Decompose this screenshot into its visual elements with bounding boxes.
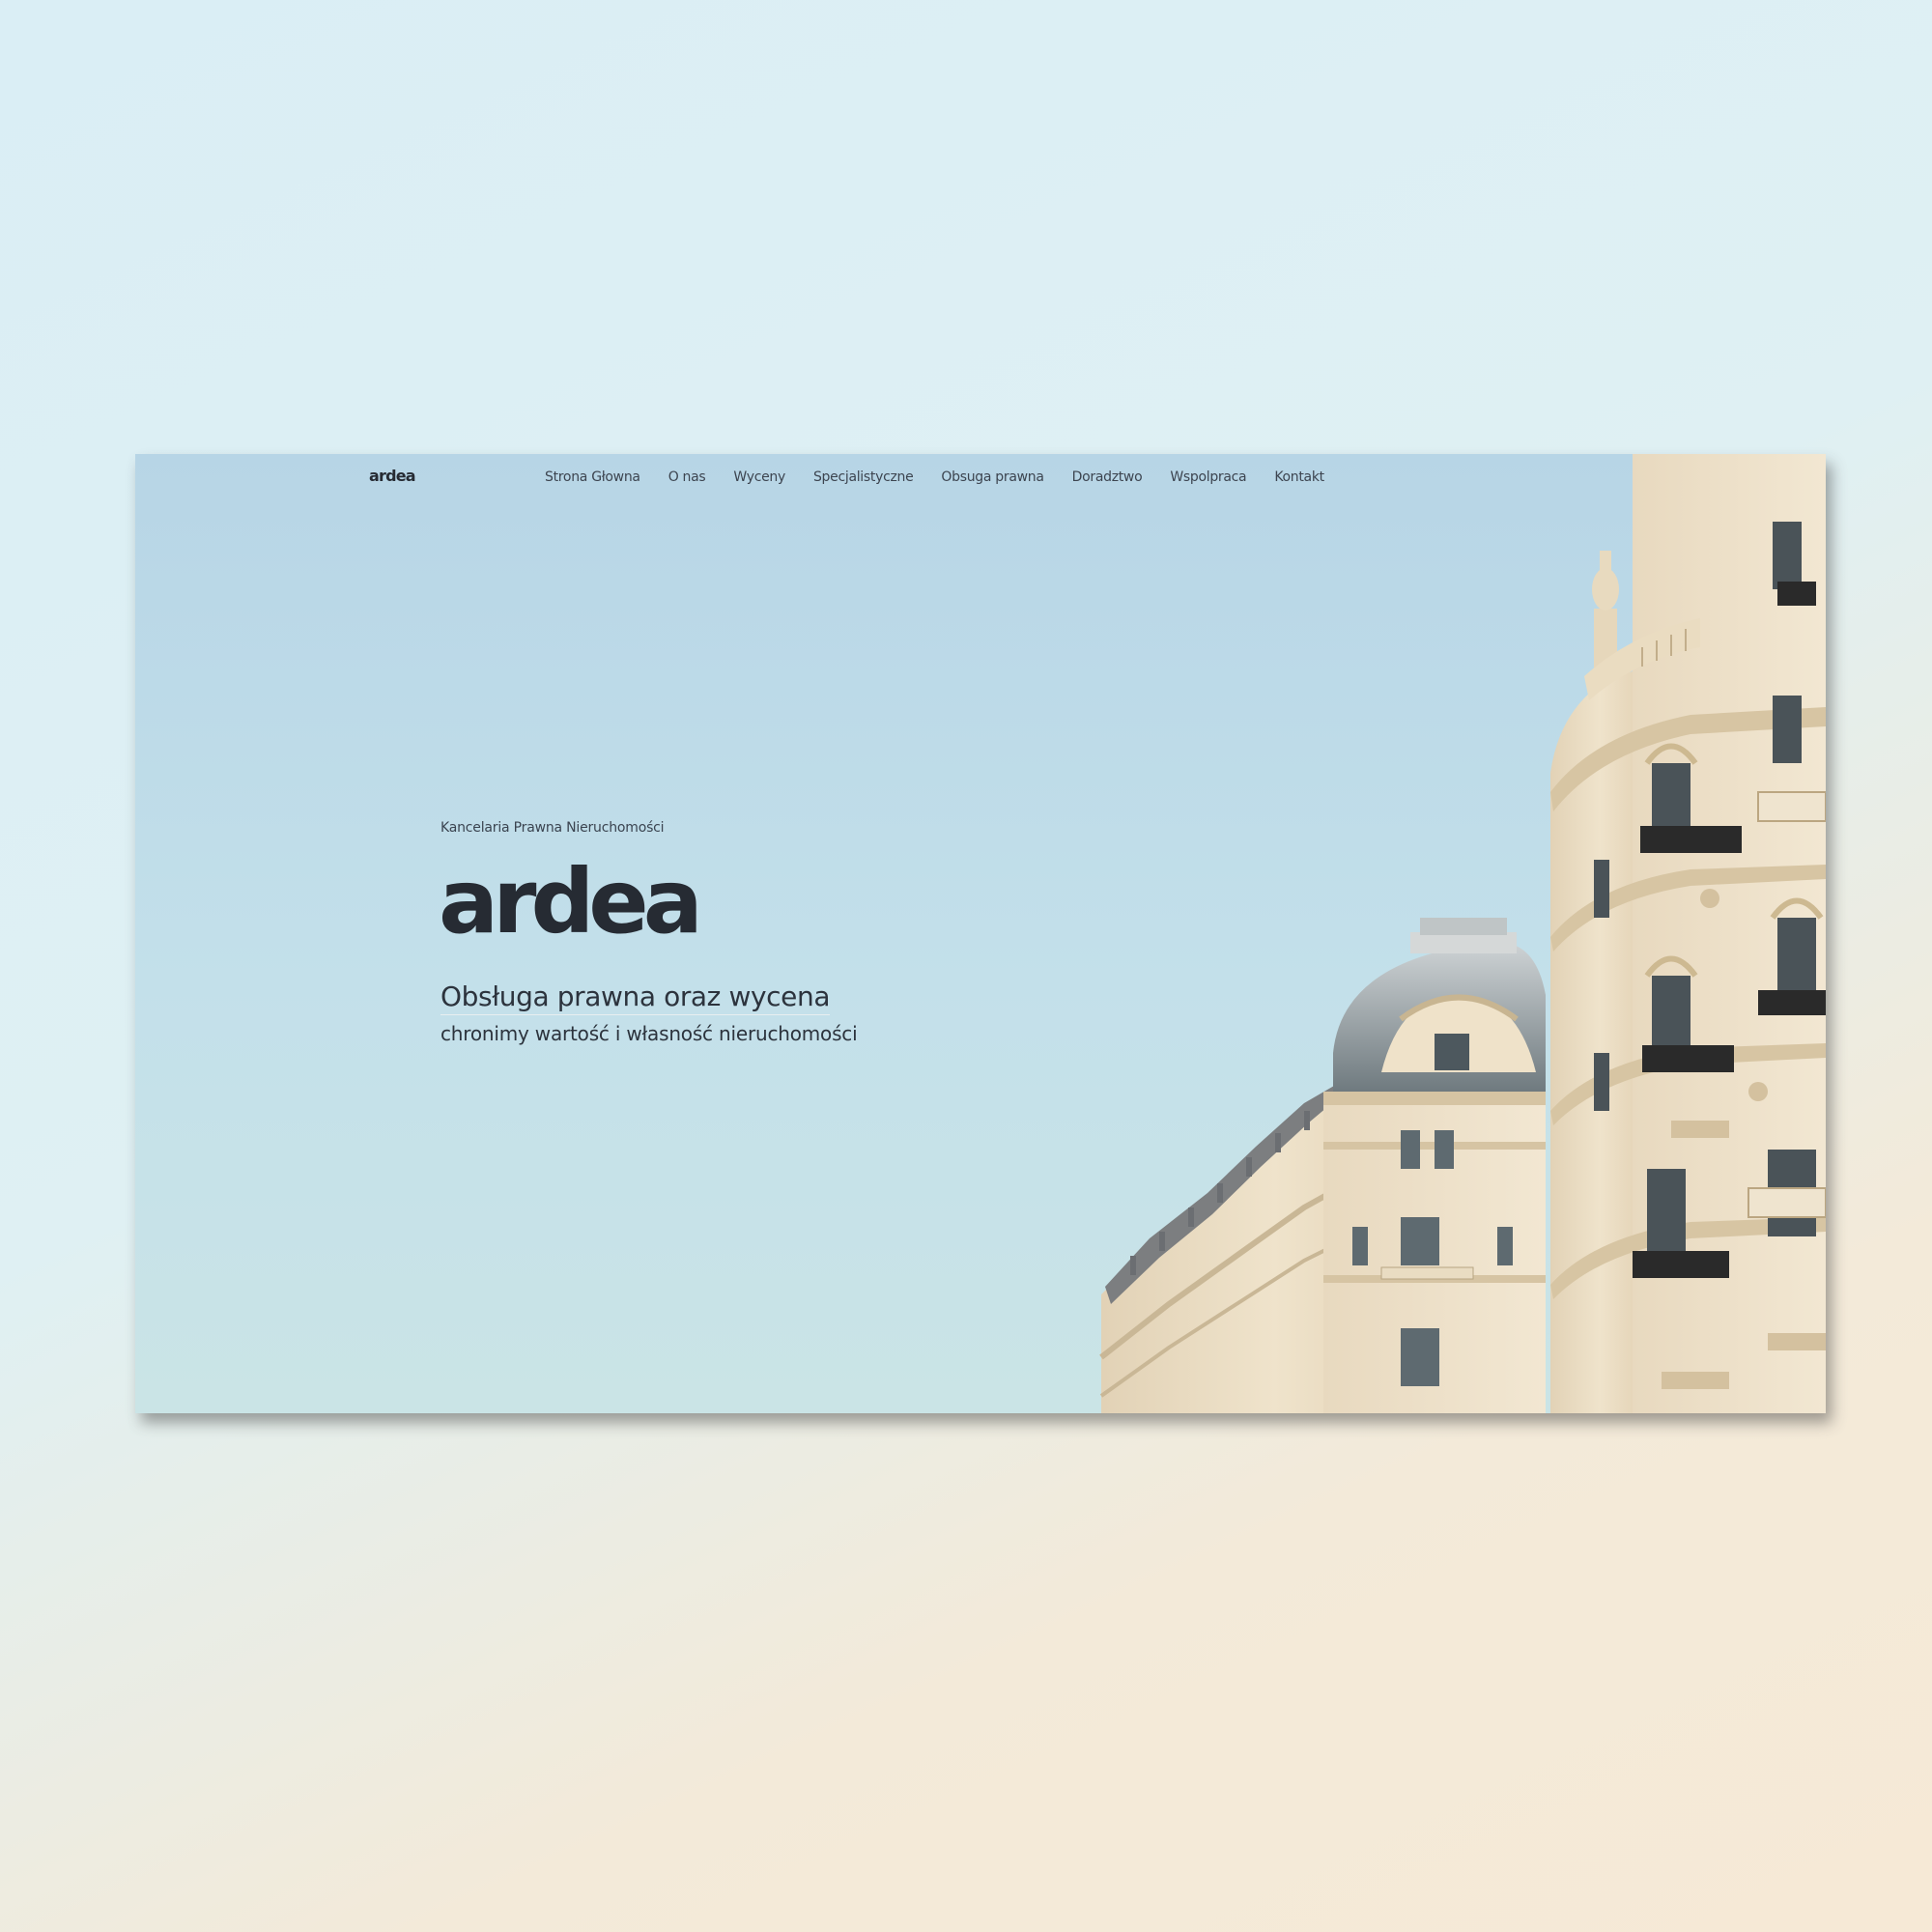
nav-o-nas[interactable]: O nas xyxy=(668,469,706,485)
hero-subtitle: chronimy wartość i własność nieruchomośc… xyxy=(440,1022,858,1045)
main-nav: Strona Głowna O nas Wyceny Specjalistycz… xyxy=(545,469,1352,485)
website-screenshot: ardea Strona Głowna O nas Wyceny Specjal… xyxy=(135,454,1826,1413)
hero-logo: ardea xyxy=(439,850,703,953)
nav-wyceny[interactable]: Wyceny xyxy=(733,469,785,485)
building-photo xyxy=(1099,454,1826,1413)
header-logo[interactable]: ardea xyxy=(369,467,416,485)
hero-eyebrow: Kancelaria Prawna Nieruchomości xyxy=(440,820,665,836)
hero-title: Obsługa prawna oraz wycena xyxy=(440,980,830,1015)
nav-obsuga-prawna[interactable]: Obsuga prawna xyxy=(941,469,1044,485)
nav-kontakt[interactable]: Kontakt xyxy=(1274,469,1324,485)
nav-strona-glowna[interactable]: Strona Głowna xyxy=(545,469,640,485)
nav-doradztwo[interactable]: Doradztwo xyxy=(1072,469,1143,485)
nav-wspolpraca[interactable]: Wspolpraca xyxy=(1170,469,1246,485)
nav-specjalistyczne[interactable]: Specjalistyczne xyxy=(813,469,914,485)
